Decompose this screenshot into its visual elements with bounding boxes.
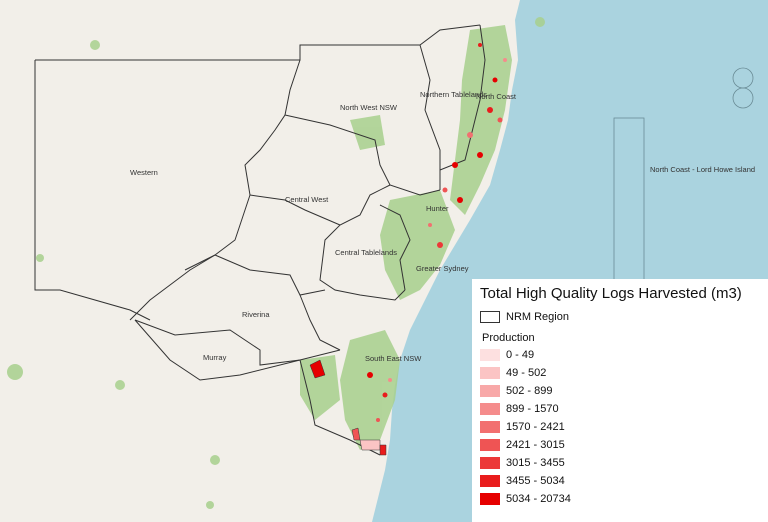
region-label: North West NSW: [340, 103, 398, 112]
region-label: North Coast: [476, 92, 517, 101]
region-label: North Coast - Lord Howe Island: [650, 165, 755, 174]
nrm-region-swatch: [480, 311, 500, 323]
region-label: South East NSW: [365, 354, 422, 363]
legend-class-label: 3455 - 5034: [506, 475, 565, 487]
legend-classes: 0 - 49 49 - 502 502 - 899 899 - 1570 1570 - …: [478, 346, 762, 508]
legend-class-label: 0 - 49: [506, 349, 535, 361]
legend-class-label: 899 - 1570: [506, 403, 559, 415]
legend-title: Total High Quality Logs Harvested (m3): [480, 285, 742, 302]
legend-class-swatch: [480, 439, 500, 451]
region-label: Central Tablelands: [335, 248, 397, 257]
region-label: Central West: [285, 195, 329, 204]
legend-class-item: 899 - 1570: [478, 400, 762, 418]
legend-production-heading: Production: [482, 332, 535, 344]
legend-class-label: 49 - 502: [506, 367, 547, 379]
legend-class-swatch: [480, 403, 500, 415]
legend-class-swatch: [480, 475, 500, 487]
legend-class-swatch: [480, 421, 500, 433]
legend-class-swatch: [480, 367, 500, 379]
legend-class-label: 502 - 899: [506, 385, 553, 397]
region-label: Hunter: [426, 204, 449, 213]
legend-class-swatch: [480, 457, 500, 469]
legend-item-label: NRM Region: [506, 311, 569, 323]
region-label: Riverina: [242, 310, 270, 319]
legend-class-item: 1570 - 2421: [478, 418, 762, 436]
region-label: Murray: [203, 353, 227, 362]
legend-class-item: 3015 - 3455: [478, 454, 762, 472]
legend: Total High Quality Logs Harvested (m3) N…: [472, 279, 768, 522]
legend-item-nrm-region: NRM Region: [478, 308, 762, 326]
legend-class-item: 3455 - 5034: [478, 472, 762, 490]
legend-class-item: 5034 - 20734: [478, 490, 762, 508]
legend-class-label: 3015 - 3455: [506, 457, 565, 469]
legend-class-label: 2421 - 3015: [506, 439, 565, 451]
legend-class-swatch: [480, 493, 500, 505]
region-label: Western: [130, 168, 158, 177]
legend-class-label: 5034 - 20734: [506, 493, 571, 505]
legend-class-item: 2421 - 3015: [478, 436, 762, 454]
legend-class-item: 502 - 899: [478, 382, 762, 400]
legend-class-label: 1570 - 2421: [506, 421, 565, 433]
legend-class-swatch: [480, 349, 500, 361]
region-label: Greater Sydney: [416, 264, 469, 273]
legend-class-swatch: [480, 385, 500, 397]
legend-class-item: 49 - 502: [478, 364, 762, 382]
legend-class-item: 0 - 49: [478, 346, 762, 364]
